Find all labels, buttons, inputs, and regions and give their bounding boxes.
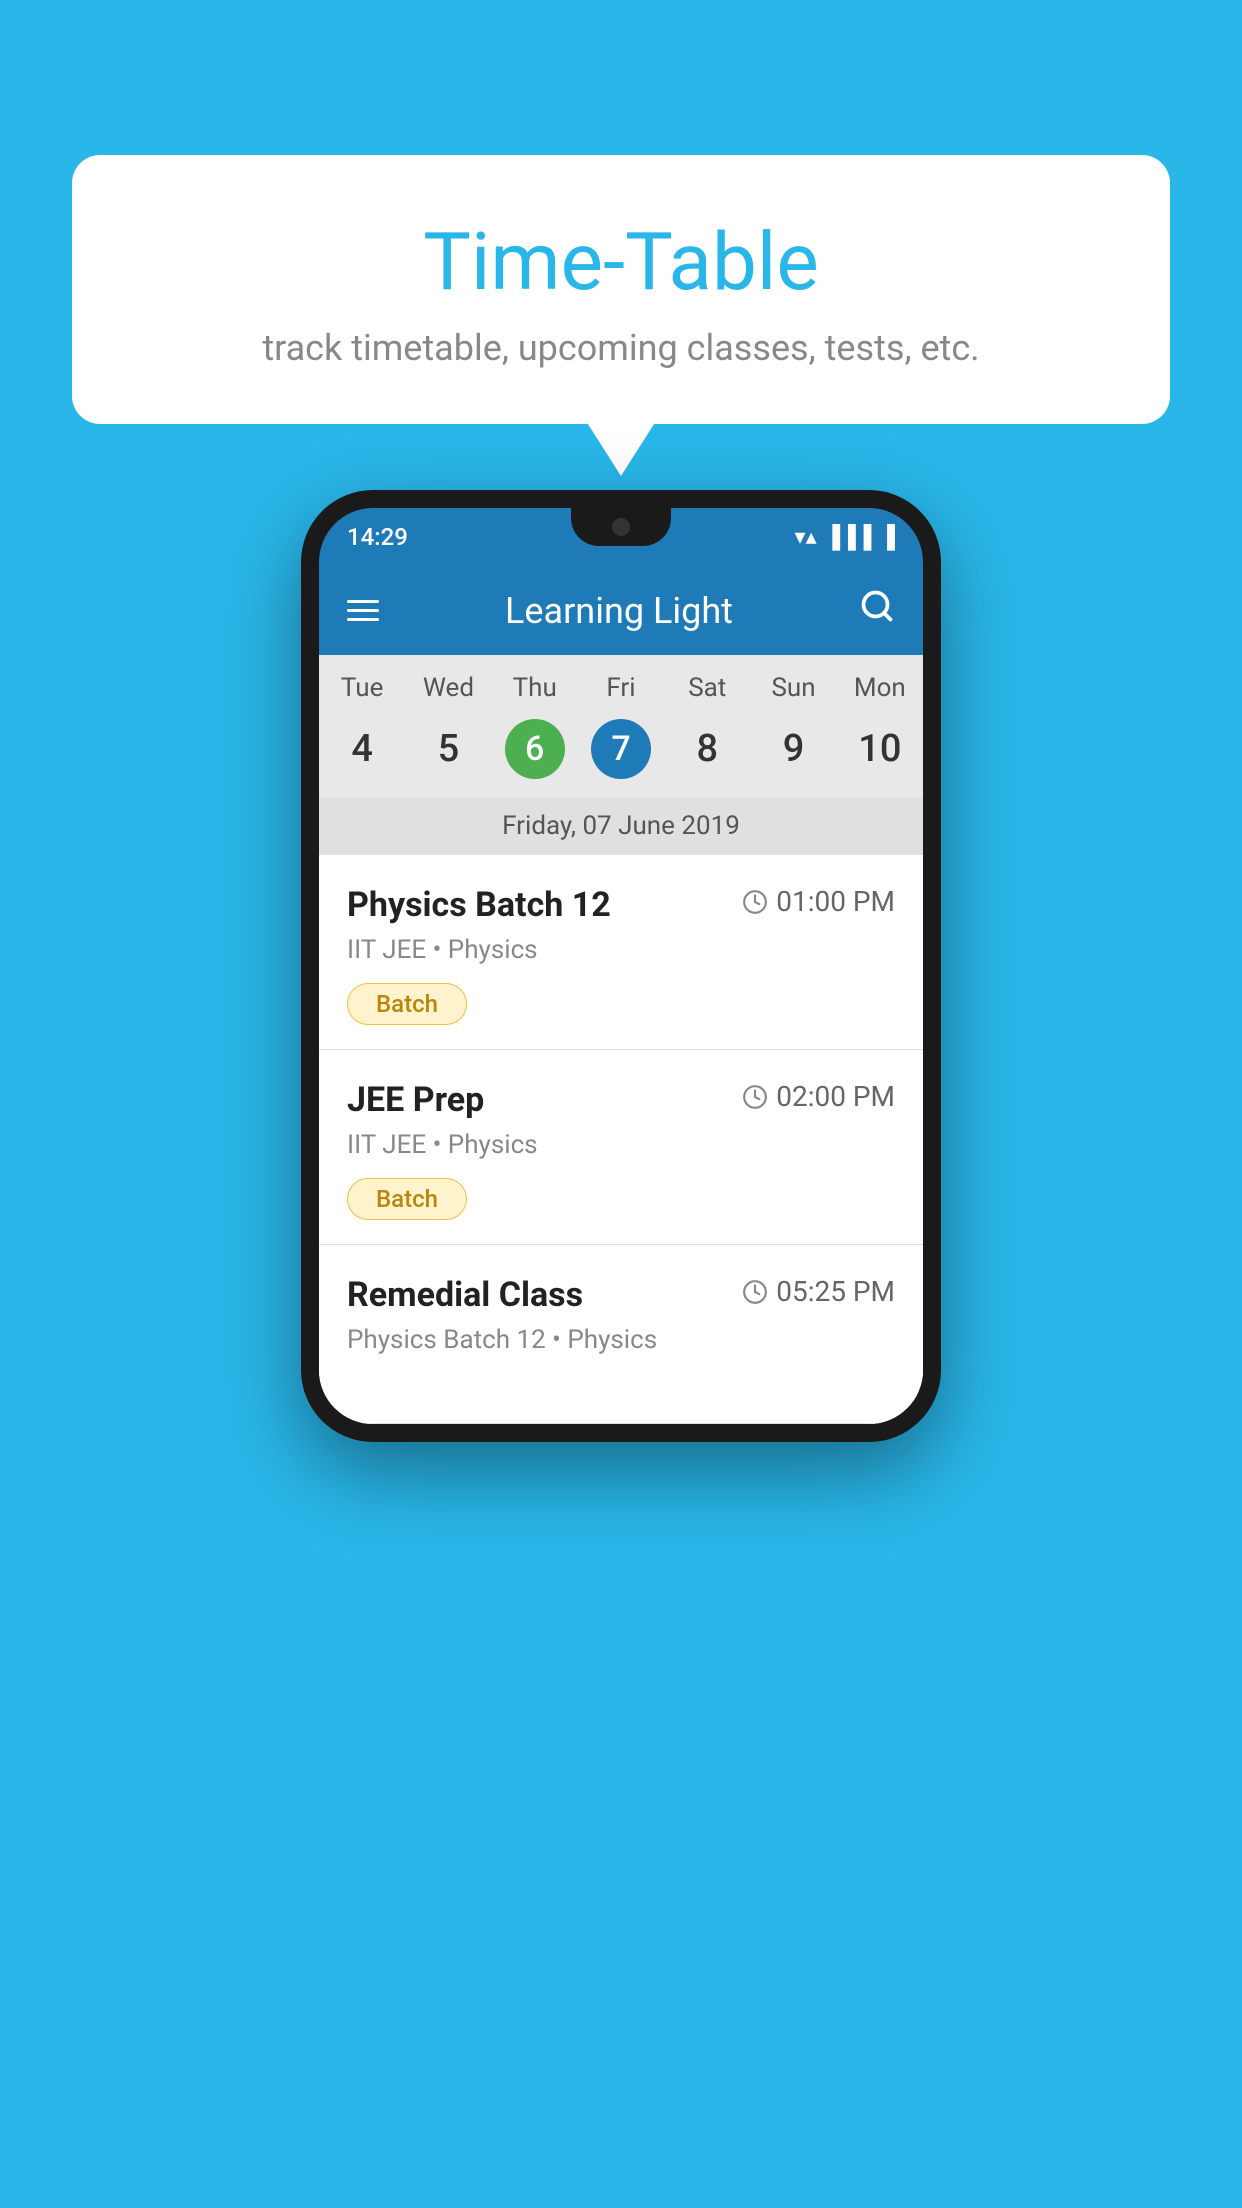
day-8[interactable]: 8: [664, 719, 750, 779]
schedule-item-2[interactable]: JEE Prep 02:00 PM IIT JEE • Physics Batc…: [319, 1050, 923, 1245]
schedule-item-2-time-text: 02:00 PM: [776, 1080, 895, 1113]
schedule-item-3-detail: Physics Batch 12 • Physics: [347, 1325, 895, 1355]
schedule-item-1[interactable]: Physics Batch 12 01:00 PM IIT JEE • Phys…: [319, 855, 923, 1050]
day-10[interactable]: 10: [837, 719, 923, 779]
phone-outer: 14:29 ▾▴ ▐▐▐ ▐ Learning Light: [301, 490, 941, 1442]
day-6-circle: 6: [505, 719, 565, 779]
bubble-title: Time-Table: [112, 215, 1130, 309]
schedule-item-2-badge: Batch: [347, 1178, 467, 1220]
speech-bubble: Time-Table track timetable, upcoming cla…: [72, 155, 1170, 424]
day-header-wed: Wed: [405, 673, 491, 703]
schedule-item-1-detail: IIT JEE • Physics: [347, 935, 895, 965]
day-5[interactable]: 5: [405, 719, 491, 779]
day-header-fri: Fri: [578, 673, 664, 703]
speech-bubble-container: Time-Table track timetable, upcoming cla…: [72, 155, 1170, 424]
signal-icon: ▐▐▐: [825, 524, 872, 550]
day-headers: Tue Wed Thu Fri Sat Sun Mon: [319, 655, 923, 711]
day-header-sun: Sun: [750, 673, 836, 703]
app-header: Learning Light: [319, 566, 923, 655]
status-time: 14:29: [347, 523, 408, 551]
schedule-item-2-name: JEE Prep: [347, 1080, 484, 1120]
schedule-item-1-header: Physics Batch 12 01:00 PM: [347, 885, 895, 925]
schedule-item-1-time: 01:00 PM: [742, 885, 895, 918]
schedule-item-1-name: Physics Batch 12: [347, 885, 611, 925]
schedule-item-2-time: 02:00 PM: [742, 1080, 895, 1113]
phone-notch: [571, 508, 671, 546]
schedule-list: Physics Batch 12 01:00 PM IIT JEE • Phys…: [319, 855, 923, 1424]
day-header-sat: Sat: [664, 673, 750, 703]
wifi-icon: ▾▴: [795, 525, 817, 550]
phone-mockup: 14:29 ▾▴ ▐▐▐ ▐ Learning Light: [301, 490, 941, 1442]
bubble-subtitle: track timetable, upcoming classes, tests…: [112, 327, 1130, 369]
schedule-item-2-detail: IIT JEE • Physics: [347, 1130, 895, 1160]
camera-dot: [612, 518, 630, 536]
schedule-item-2-header: JEE Prep 02:00 PM: [347, 1080, 895, 1120]
day-header-tue: Tue: [319, 673, 405, 703]
schedule-item-3-time: 05:25 PM: [742, 1275, 895, 1308]
app-title: Learning Light: [505, 590, 733, 632]
hamburger-menu-icon[interactable]: [347, 600, 379, 621]
day-9[interactable]: 9: [750, 719, 836, 779]
selected-date-label: Friday, 07 June 2019: [319, 797, 923, 855]
day-7[interactable]: 7: [578, 719, 664, 779]
day-numbers: 4 5 6 7 8 9 10: [319, 711, 923, 797]
day-6[interactable]: 6: [492, 719, 578, 779]
schedule-item-1-badge: Batch: [347, 983, 467, 1025]
day-header-thu: Thu: [492, 673, 578, 703]
battery-icon: ▐: [879, 524, 895, 550]
app-screen: Learning Light Tue Wed Thu Fri Sat Sun: [319, 566, 923, 1424]
status-bar: 14:29 ▾▴ ▐▐▐ ▐: [319, 508, 923, 566]
calendar-strip: Tue Wed Thu Fri Sat Sun Mon 4 5 6 7: [319, 655, 923, 855]
schedule-item-1-time-text: 01:00 PM: [776, 885, 895, 918]
schedule-item-3-time-text: 05:25 PM: [776, 1275, 895, 1308]
schedule-item-3-header: Remedial Class 05:25 PM: [347, 1275, 895, 1315]
search-button[interactable]: [859, 588, 895, 633]
schedule-item-3[interactable]: Remedial Class 05:25 PM Physics Batch 12…: [319, 1245, 923, 1424]
day-7-circle: 7: [591, 719, 651, 779]
day-header-mon: Mon: [837, 673, 923, 703]
day-4[interactable]: 4: [319, 719, 405, 779]
schedule-item-3-name: Remedial Class: [347, 1275, 583, 1315]
status-icons: ▾▴ ▐▐▐ ▐: [795, 524, 895, 550]
